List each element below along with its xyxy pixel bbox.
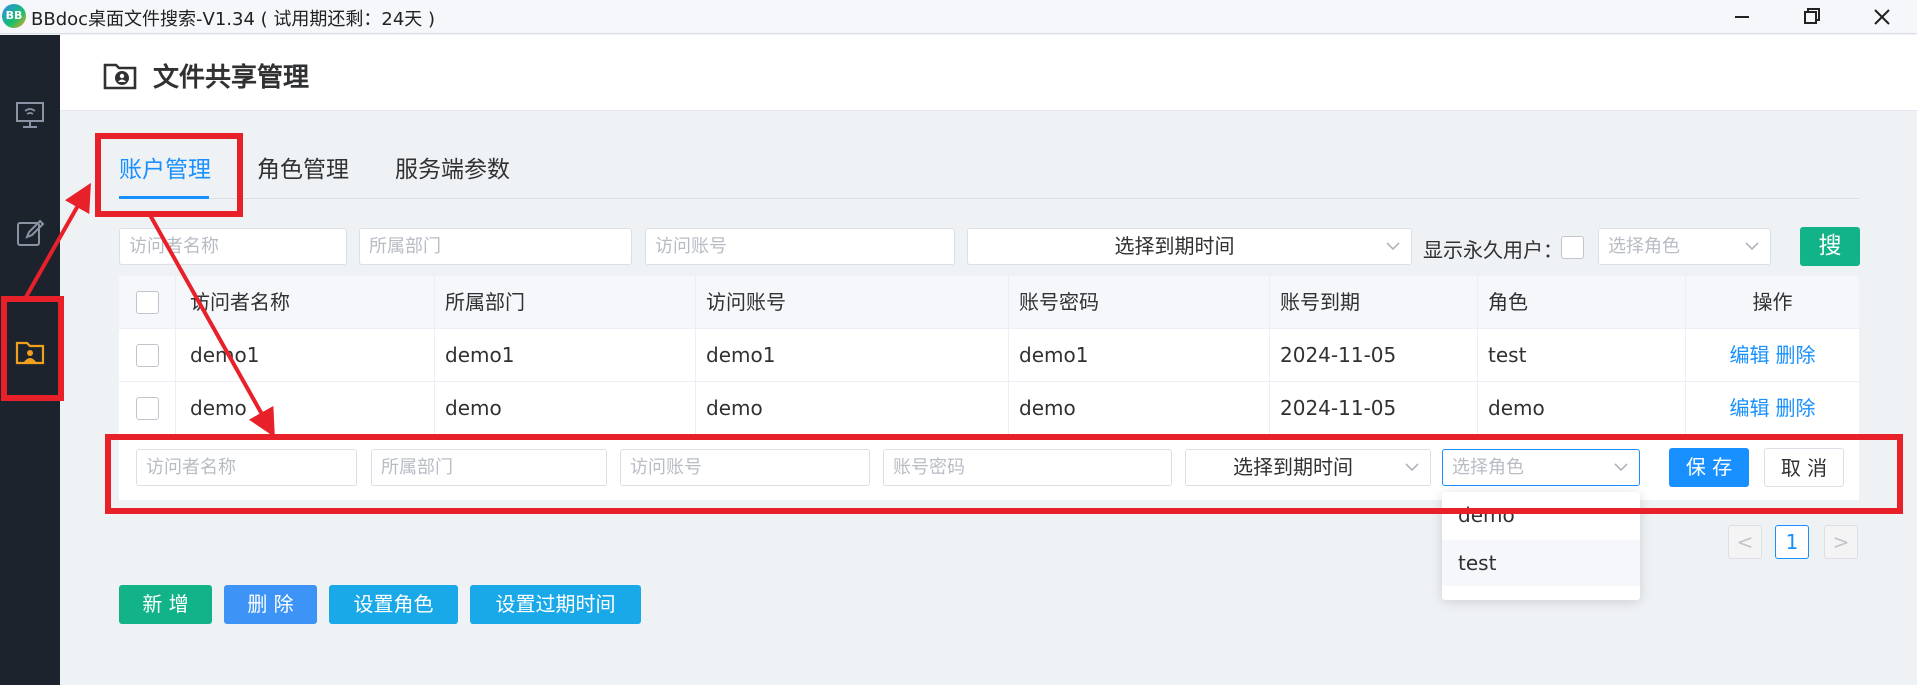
chevron-down-icon bbox=[1745, 242, 1759, 251]
table-row: demo1 demo1 demo1 demo1 2024-11-05 test … bbox=[119, 329, 1859, 382]
cell-account: demo1 bbox=[696, 329, 1009, 382]
cell-password: demo bbox=[1009, 382, 1270, 435]
row-checkbox[interactable] bbox=[136, 344, 159, 367]
role-option-test[interactable]: test bbox=[1442, 540, 1640, 586]
chevron-down-icon bbox=[1386, 242, 1400, 251]
department-filter-input[interactable] bbox=[359, 228, 632, 265]
next-page-button[interactable]: > bbox=[1824, 525, 1858, 559]
delete-button[interactable]: 删 除 bbox=[224, 585, 317, 624]
cell-visitor-name: demo bbox=[176, 382, 435, 435]
select-all-checkbox[interactable] bbox=[136, 291, 159, 314]
monitor-wifi-icon[interactable] bbox=[12, 97, 48, 133]
tab-divider bbox=[119, 198, 1859, 199]
header-expiry: 账号到期 bbox=[1270, 276, 1478, 329]
header-department: 所属部门 bbox=[435, 276, 696, 329]
annotation-box-sidebar bbox=[1, 296, 64, 401]
expiry-filter-value: 选择到期时间 bbox=[1114, 234, 1235, 258]
cell-expiry: 2024-11-05 bbox=[1270, 329, 1478, 382]
tab-role-management[interactable]: 角色管理 bbox=[257, 150, 349, 184]
cell-department: demo bbox=[435, 382, 696, 435]
minimize-icon[interactable] bbox=[1707, 0, 1777, 34]
page-header: 文件共享管理 bbox=[60, 35, 1917, 111]
header-actions: 操作 bbox=[1752, 290, 1793, 314]
row-checkbox[interactable] bbox=[136, 397, 159, 420]
restore-icon[interactable] bbox=[1777, 0, 1847, 34]
table-row: demo demo demo demo 2024-11-05 demo 编辑 删除 bbox=[119, 382, 1859, 435]
visitor-name-filter-input[interactable] bbox=[119, 228, 347, 265]
role-filter-select[interactable]: 选择角色 bbox=[1598, 228, 1771, 265]
header-account: 访问账号 bbox=[696, 276, 1009, 329]
tab-server-parameters[interactable]: 服务端参数 bbox=[395, 150, 510, 184]
account-filter-input[interactable] bbox=[645, 228, 955, 265]
cell-role: test bbox=[1478, 329, 1686, 382]
table-header-row: 访问者名称 所属部门 访问账号 账号密码 账号到期 角色 操作 bbox=[119, 276, 1859, 329]
header-password: 账号密码 bbox=[1009, 276, 1270, 329]
set-role-button[interactable]: 设置角色 bbox=[329, 585, 458, 624]
cell-actions: 编辑 删除 bbox=[1686, 329, 1859, 382]
cell-account: demo bbox=[696, 382, 1009, 435]
search-button[interactable]: 搜 bbox=[1800, 227, 1860, 266]
delete-link[interactable]: 删除 bbox=[1776, 343, 1816, 367]
shared-folder-icon bbox=[103, 59, 137, 91]
cell-expiry: 2024-11-05 bbox=[1270, 382, 1478, 435]
set-expiry-button[interactable]: 设置过期时间 bbox=[470, 585, 641, 624]
annotation-box-edit-row bbox=[105, 434, 1903, 514]
cell-role: demo bbox=[1478, 382, 1686, 435]
permanent-user-label: 显示永久用户： bbox=[1423, 238, 1563, 262]
delete-link[interactable]: 删除 bbox=[1776, 396, 1816, 420]
permanent-user-checkbox[interactable] bbox=[1561, 236, 1584, 259]
title-bar: BB BBdoc桌面文件搜索-V1.34 ( 试用期还剩：24天 ) bbox=[0, 0, 1917, 34]
page-title: 文件共享管理 bbox=[153, 63, 310, 93]
header-visitor-name: 访问者名称 bbox=[176, 276, 435, 329]
header-role: 角色 bbox=[1478, 276, 1686, 329]
edit-link[interactable]: 编辑 bbox=[1730, 343, 1770, 367]
annotation-box-tab bbox=[95, 133, 243, 217]
page-number-current[interactable]: 1 bbox=[1775, 525, 1809, 559]
expiry-filter-select[interactable]: 选择到期时间 bbox=[967, 228, 1412, 265]
add-button[interactable]: 新 增 bbox=[119, 585, 212, 624]
close-icon[interactable] bbox=[1847, 0, 1917, 34]
cell-actions: 编辑 删除 bbox=[1686, 382, 1859, 435]
edit-note-icon[interactable] bbox=[12, 215, 48, 251]
app-logo-icon: BB bbox=[2, 4, 26, 28]
prev-page-button[interactable]: < bbox=[1728, 525, 1762, 559]
window-title: BBdoc桌面文件搜索-V1.34 ( 试用期还剩：24天 ) bbox=[31, 9, 436, 30]
role-filter-placeholder: 选择角色 bbox=[1608, 236, 1680, 257]
cell-visitor-name: demo1 bbox=[176, 329, 435, 382]
cell-department: demo1 bbox=[435, 329, 696, 382]
edit-link[interactable]: 编辑 bbox=[1730, 396, 1770, 420]
cell-password: demo1 bbox=[1009, 329, 1270, 382]
